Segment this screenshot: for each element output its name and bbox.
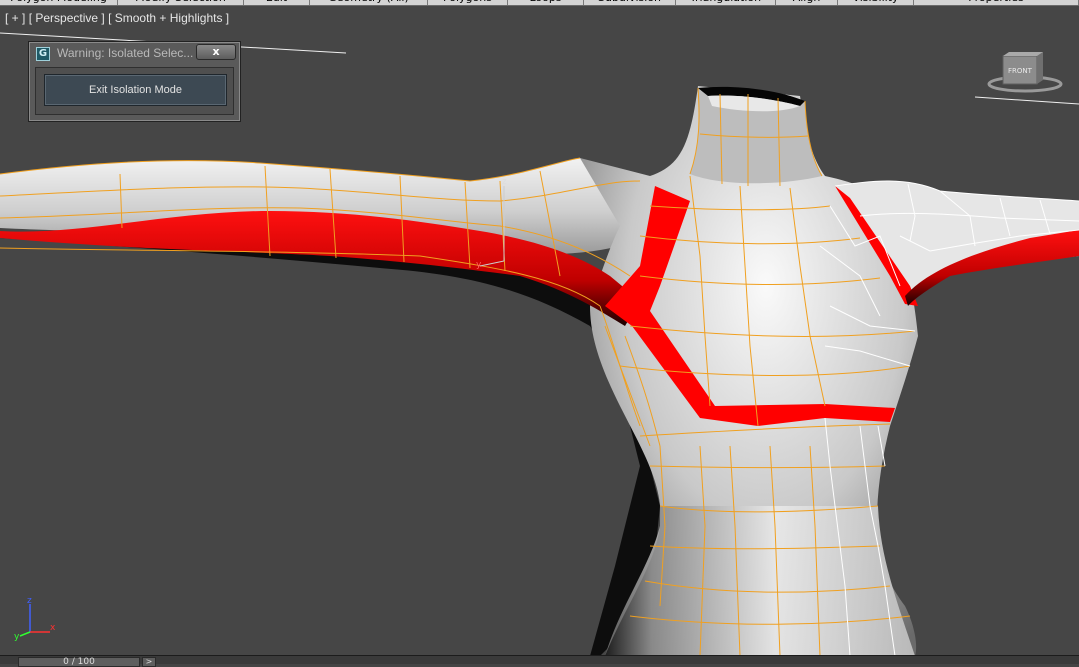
dialog-body: Exit Isolation Mode [35,67,234,115]
viewcube-face-label: FRONT [1008,67,1033,75]
viewport-plus-menu[interactable]: [ + ] [5,11,25,25]
time-slider[interactable]: 0 / 100 [18,657,140,667]
dialog-title-bar[interactable]: G Warning: Isolated Selec... x [29,42,240,64]
dialog-title: Warning: Isolated Selec... [57,46,194,60]
next-frame-button[interactable]: > [142,657,156,667]
viewport-label-menu: [ + ] [ Perspective ] [ Smooth + Highlig… [5,11,229,25]
tripod-y-label: y [14,632,20,642]
isolation-warning-dialog[interactable]: G Warning: Isolated Selec... x Exit Isol… [28,41,241,122]
viewcube-top-face[interactable] [1003,52,1043,56]
axis-tripod: z x y [14,596,56,642]
character-mesh[interactable] [0,86,1079,656]
app-logo-icon: G [36,47,50,61]
pivot-z-label: z [502,177,507,187]
tripod-z-label: z [27,596,32,606]
exit-isolation-mode-button[interactable]: Exit Isolation Mode [44,74,227,106]
armpit-shadow [0,231,660,656]
viewcube[interactable]: FRONT [985,50,1065,100]
viewport-view-menu[interactable]: [ Perspective ] [29,11,105,25]
viewcube-side-face[interactable] [1037,52,1043,84]
tripod-x-label: x [50,623,56,633]
pivot-y-label: y [476,260,482,270]
viewport-shading-menu[interactable]: [ Smooth + Highlights ] [108,11,229,25]
close-button[interactable]: x [196,44,236,60]
